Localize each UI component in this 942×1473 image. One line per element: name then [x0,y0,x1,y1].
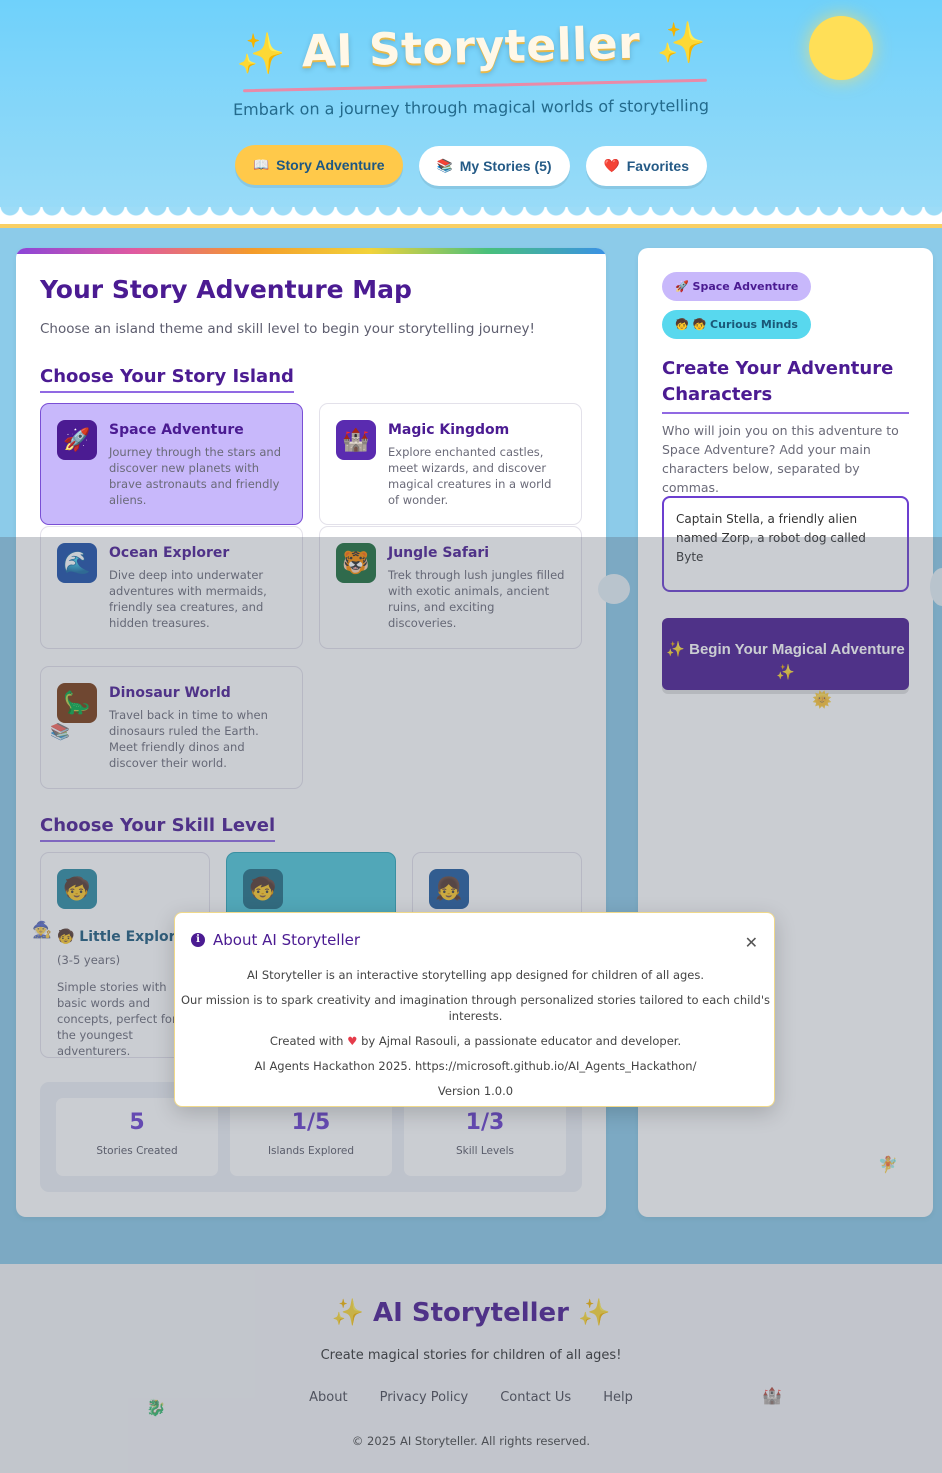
modal-title: About AI Storyteller [213,931,361,949]
island-desc: Journey through the stars and discover n… [109,445,281,507]
rainbow-bar [16,248,606,254]
map-title: Your Story Adventure Map [40,275,412,304]
modal-line: Our mission is to spark creativity and i… [180,993,771,1023]
modal-created-line: Created with ♥ by Ajmal Rasouli, a passi… [175,1033,776,1049]
island-magic-kingdom[interactable]: 🏰 Magic Kingdom Explore enchanted castle… [319,403,582,525]
title-underline [243,78,707,93]
nav-story-adventure[interactable]: 📖 Story Adventure [234,145,403,185]
island-tag: 🚀 Space Adventure [662,272,812,301]
island-title: Magic Kingdom [388,422,510,438]
island-desc: Explore enchanted castles, meet wizards,… [388,445,552,507]
created-prefix: Created with [269,1034,344,1048]
close-icon[interactable]: ✕ [745,933,758,952]
level-tag: 🧒 🧒 Curious Minds [662,310,811,339]
rocket-icon: 🚀 [57,420,97,460]
main-nav: 📖 Story Adventure 📚 My Stories (5) ❤️ Fa… [0,145,942,186]
modal-header: i About AI Storyteller [191,931,360,949]
heart-icon: ❤️ [603,158,620,173]
modal-body: AI Storyteller is an interactive storyte… [175,967,776,1108]
scallop-border [0,207,942,228]
sparkle-icon: ✨ [655,19,708,68]
modal-line: AI Agents Hackathon 2025. https://micros… [254,1059,697,1073]
characters-heading: Create Your Adventure Characters [662,356,909,414]
app-title-text: AI Storyteller [301,17,641,78]
books-icon: 📚 [436,158,453,173]
about-modal: i About AI Storyteller ✕ AI Storyteller … [174,912,775,1107]
modal-line: AI Storyteller is an interactive storyte… [246,968,705,982]
nav-label: Favorites [626,158,689,174]
book-icon: 📖 [252,157,270,172]
nav-my-stories[interactable]: 📚 My Stories (5) [418,146,570,186]
info-icon: i [191,933,205,947]
modal-version: Version 1.0.0 [437,1084,514,1098]
app-title: ✨ AI Storyteller ✨ [0,10,942,86]
created-suffix: by Ajmal Rasouli, a passionate educator … [361,1034,682,1048]
map-subtitle: Choose an island theme and skill level t… [40,321,535,337]
nav-label: Story Adventure [276,157,385,173]
nav-favorites[interactable]: ❤️ Favorites [585,146,707,186]
heart-icon: ♥ [347,1034,358,1048]
island-title: Space Adventure [109,422,244,438]
characters-desc: Who will join you on this adventure to S… [662,423,899,495]
tagline: Embark on a journey through magical worl… [232,95,710,120]
island-space-adventure[interactable]: 🚀 Space Adventure Journey through the st… [40,403,303,525]
nav-label: My Stories (5) [459,158,552,174]
sparkle-icon: ✨ [235,30,287,79]
castle-icon: 🏰 [336,420,376,460]
header: ✨ AI Storyteller ✨ Embark on a journey t… [0,0,942,228]
island-heading: Choose Your Story Island [40,366,294,393]
